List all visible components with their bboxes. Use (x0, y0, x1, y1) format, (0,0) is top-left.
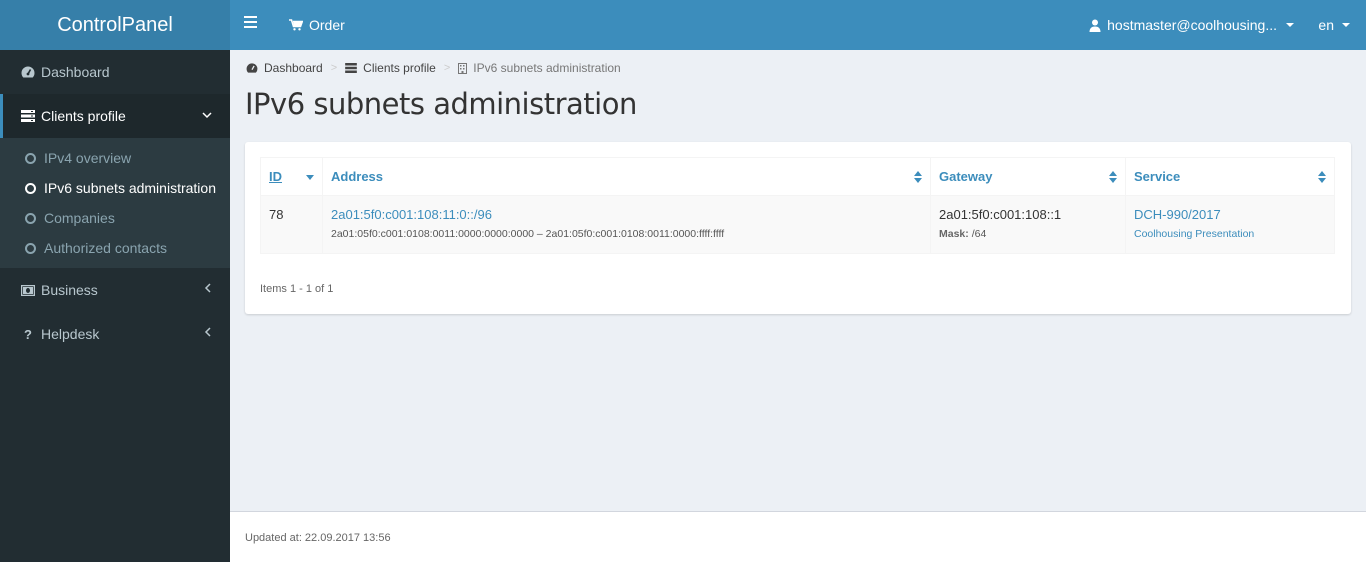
mask-label: Mask: (939, 228, 969, 240)
chevron-left-icon (204, 282, 212, 296)
language-label: en (1318, 17, 1334, 33)
sidebar-subitem-authorized-contacts[interactable]: Authorized contacts (0, 233, 230, 263)
chevron-down-icon (202, 108, 212, 122)
sidebar-subitem-label: Companies (44, 210, 115, 226)
circle-icon (25, 242, 36, 254)
breadcrumb-item-current: IPv6 subnets administration (458, 61, 621, 75)
sidebar-subitem-ipv4-overview[interactable]: IPv4 overview (0, 143, 230, 173)
app-logo[interactable]: ControlPanel (0, 0, 230, 50)
user-menu[interactable]: hostmaster@coolhousing... (1089, 0, 1294, 50)
cell-id: 78 (260, 195, 323, 254)
clients-profile-submenu: IPv4 overview IPv6 subnets administratio… (0, 138, 230, 268)
money-icon (20, 284, 36, 296)
sort-icon[interactable] (914, 171, 922, 183)
circle-icon (25, 212, 36, 224)
breadcrumb-label: Clients profile (363, 61, 436, 75)
caret-down-icon (1286, 23, 1294, 27)
sidebar-subitem-ipv6-subnets[interactable]: IPv6 subnets administration (0, 173, 230, 203)
subnets-box: ID Address Gateway Service 78 2a01:5f0:c… (245, 142, 1351, 314)
column-header-gateway[interactable]: Gateway (930, 157, 1126, 196)
page-title: IPv6 subnets administration (245, 87, 637, 121)
address-range: 2a01:05f0:c001:0108:0011:0000:0000:0000 … (331, 228, 725, 240)
sidebar-toggle-button[interactable] (244, 16, 258, 34)
breadcrumb-item-dashboard[interactable]: Dashboard (246, 61, 323, 75)
user-icon (1089, 19, 1101, 32)
column-label: Gateway (939, 169, 993, 184)
service-name-link[interactable]: Coolhousing Presentation (1134, 228, 1326, 240)
sort-link-id[interactable]: ID (269, 169, 282, 184)
cell-address: 2a01:5f0:c001:108:11:0::/96 2a01:05f0:c0… (322, 195, 931, 254)
updated-at: Updated at: 22.09.2017 13:56 (245, 532, 391, 544)
column-label: Service (1134, 169, 1181, 184)
sidebar-subitem-companies[interactable]: Companies (0, 203, 230, 233)
sidebar-item-business[interactable]: Business (0, 268, 230, 312)
server-icon (345, 63, 357, 73)
address-link[interactable]: 2a01:5f0:c001:108:11:0::/96 (331, 207, 922, 222)
breadcrumb-label: IPv6 subnets administration (473, 61, 621, 75)
footer: Updated at: 22.09.2017 13:56 (230, 511, 1366, 562)
top-navbar: Order hostmaster@coolhousing... en (230, 0, 1366, 50)
question-icon: ? (24, 326, 32, 342)
sidebar-subitem-label: IPv4 overview (44, 150, 132, 166)
circle-icon (25, 182, 36, 194)
chevron-left-icon (204, 326, 212, 340)
user-email: hostmaster@coolhousing... (1107, 17, 1277, 33)
cell-service: DCH-990/2017 Coolhousing Presentation (1125, 195, 1335, 254)
dashboard-icon (246, 63, 258, 73)
main-content: Dashboard > Clients profile > IPv6 subne… (230, 50, 1366, 511)
caret-down-icon (1342, 23, 1350, 27)
circle-icon (25, 152, 36, 164)
sidebar-item-label: Clients profile (41, 108, 126, 124)
table-row: 78 2a01:5f0:c001:108:11:0::/96 2a01:05f0… (260, 195, 1335, 254)
sidebar-item-label: Business (41, 282, 98, 298)
order-link[interactable]: Order (289, 0, 345, 50)
sidebar-item-helpdesk[interactable]: ? Helpdesk (0, 312, 230, 356)
sort-icon[interactable] (1109, 171, 1117, 183)
column-header-address[interactable]: Address (322, 157, 931, 196)
column-label: Address (331, 169, 384, 184)
cell-gateway: 2a01:5f0:c001:108::1 Mask: /64 (930, 195, 1126, 254)
sidebar-item-label: Dashboard (41, 64, 110, 80)
building-icon (458, 62, 468, 74)
service-link[interactable]: DCH-990/2017 (1134, 207, 1326, 222)
sidebar-item-label: Helpdesk (41, 326, 100, 342)
breadcrumb: Dashboard > Clients profile > IPv6 subne… (246, 61, 621, 75)
subnets-table: ID Address Gateway Service 78 2a01:5f0:c… (260, 157, 1335, 254)
language-menu[interactable]: en (1318, 0, 1350, 50)
sort-icon[interactable] (1318, 171, 1326, 183)
column-header-service[interactable]: Service (1125, 157, 1335, 196)
breadcrumb-label: Dashboard (264, 61, 323, 75)
shopping-cart-icon (289, 19, 303, 31)
sort-desc-icon[interactable] (306, 175, 314, 180)
hamburger-icon (244, 16, 257, 18)
sidebar-subitem-label: Authorized contacts (44, 240, 167, 256)
breadcrumb-separator: > (330, 62, 338, 74)
hamburger-icon-bar (244, 21, 257, 23)
gateway-value: 2a01:5f0:c001:108::1 (939, 207, 1062, 222)
sidebar: Dashboard Clients profile IPv4 overview … (0, 50, 230, 562)
sidebar-item-clients-profile[interactable]: Clients profile (0, 94, 230, 138)
mask-info: Mask: /64 (939, 228, 1117, 240)
column-header-id[interactable]: ID (260, 157, 323, 196)
hamburger-icon-bar (244, 26, 257, 28)
sidebar-item-dashboard[interactable]: Dashboard (0, 50, 230, 94)
breadcrumb-separator: > (443, 62, 451, 74)
order-label: Order (309, 17, 345, 33)
sidebar-subitem-label: IPv6 subnets administration (44, 180, 216, 196)
pagination-summary: Items 1 - 1 of 1 (260, 283, 334, 295)
server-icon (20, 110, 36, 122)
mask-value: /64 (971, 228, 987, 240)
breadcrumb-item-clients-profile[interactable]: Clients profile (345, 61, 436, 75)
table-header-row: ID Address Gateway Service (260, 157, 1335, 196)
dashboard-icon (20, 66, 36, 78)
